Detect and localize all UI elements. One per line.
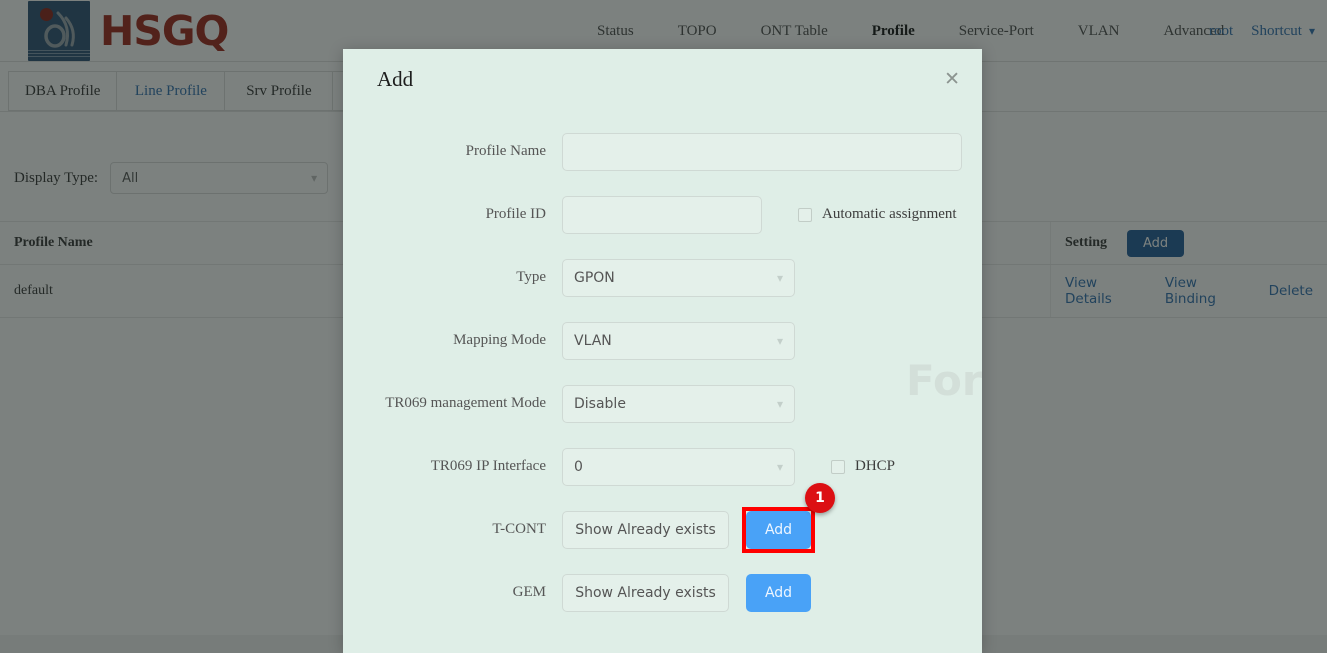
mapping-mode-control: VLAN ▾ [562, 321, 795, 360]
checkbox-box-icon [798, 207, 812, 222]
type-select[interactable]: GPON ▾ [562, 258, 795, 297]
chevron-down-icon: ▾ [776, 270, 783, 285]
close-icon[interactable]: ✕ [944, 69, 960, 89]
tcont-control: Show Already exists Add 1 [562, 482, 835, 553]
type-label: Type [516, 269, 546, 285]
gem-add-wrap: Add [746, 573, 811, 612]
profile-name-control [562, 132, 962, 171]
dialog-header: Add ✕ [343, 49, 982, 109]
app-root: HSGQ Status TOPO ONT Table Profile Servi… [0, 0, 1327, 653]
automatic-assignment-label: Automatic assignment [822, 206, 957, 222]
form-row-tr069-ip-interface: TR069 IP Interface 0 ▾ DHCP [343, 435, 982, 498]
add-profile-form: Profile Name Profile ID Automatic assign… [343, 109, 982, 624]
automatic-assignment-checkbox[interactable]: Automatic assignment [798, 206, 957, 223]
form-row-gem: GEM Show Already exists Add [343, 561, 982, 624]
dhcp-label: DHCP [855, 458, 896, 474]
chevron-down-icon: ▾ [776, 333, 783, 348]
tr069-management-mode-select[interactable]: Disable ▾ [562, 384, 795, 423]
mapping-mode-value: VLAN [574, 332, 612, 349]
tr069-ip-interface-label: TR069 IP Interface [430, 458, 546, 474]
add-line-profile-dialog: Add ✕ Foro ISP Profile Name Profile ID [343, 49, 982, 653]
form-row-profile-id: Profile ID Automatic assignment [343, 183, 982, 246]
mapping-mode-label: Mapping Mode [453, 332, 546, 348]
form-row-profile-name: Profile Name [343, 120, 982, 183]
profile-name-label: Profile Name [465, 143, 546, 159]
tr069-management-mode-value: Disable [574, 395, 626, 412]
profile-name-input[interactable] [562, 132, 962, 171]
tr069-ip-interface-control: 0 ▾ DHCP [562, 447, 895, 486]
tr069-ip-interface-value: 0 [574, 458, 583, 475]
profile-id-input[interactable] [562, 195, 762, 234]
form-row-tr069-management-mode: TR069 management Mode Disable ▾ [343, 372, 982, 435]
gem-label: GEM [512, 584, 546, 600]
profile-id-label: Profile ID [485, 206, 546, 222]
tr069-ip-interface-select[interactable]: 0 ▾ [562, 447, 795, 486]
form-row-tcont: T-CONT Show Already exists Add 1 [343, 482, 982, 561]
checkbox-box-icon [831, 459, 845, 474]
gem-add-button[interactable]: Add [746, 573, 811, 612]
type-control: GPON ▾ [562, 258, 795, 297]
form-row-type: Type GPON ▾ [343, 246, 982, 309]
mapping-mode-select[interactable]: VLAN ▾ [562, 321, 795, 360]
gem-show-existing-button[interactable]: Show Already exists [562, 573, 729, 612]
gem-control: Show Already exists Add [562, 573, 811, 612]
step-badge-1: 1 [805, 482, 835, 513]
chevron-down-icon: ▾ [776, 396, 783, 411]
tcont-add-button[interactable]: Add [746, 510, 811, 549]
chevron-down-icon: ▾ [776, 459, 783, 474]
dialog-title: Add [377, 66, 414, 91]
tcont-show-existing-button[interactable]: Show Already exists [562, 510, 729, 549]
profile-id-control: Automatic assignment [562, 195, 957, 234]
type-value: GPON [574, 269, 615, 286]
tcont-label: T-CONT [492, 521, 546, 537]
tr069-management-mode-label: TR069 management Mode [385, 395, 546, 411]
form-row-mapping-mode: Mapping Mode VLAN ▾ [343, 309, 982, 372]
tcont-add-highlight: Add 1 [742, 482, 835, 553]
tr069-management-mode-control: Disable ▾ [562, 384, 795, 423]
dhcp-checkbox[interactable]: DHCP [831, 458, 895, 475]
